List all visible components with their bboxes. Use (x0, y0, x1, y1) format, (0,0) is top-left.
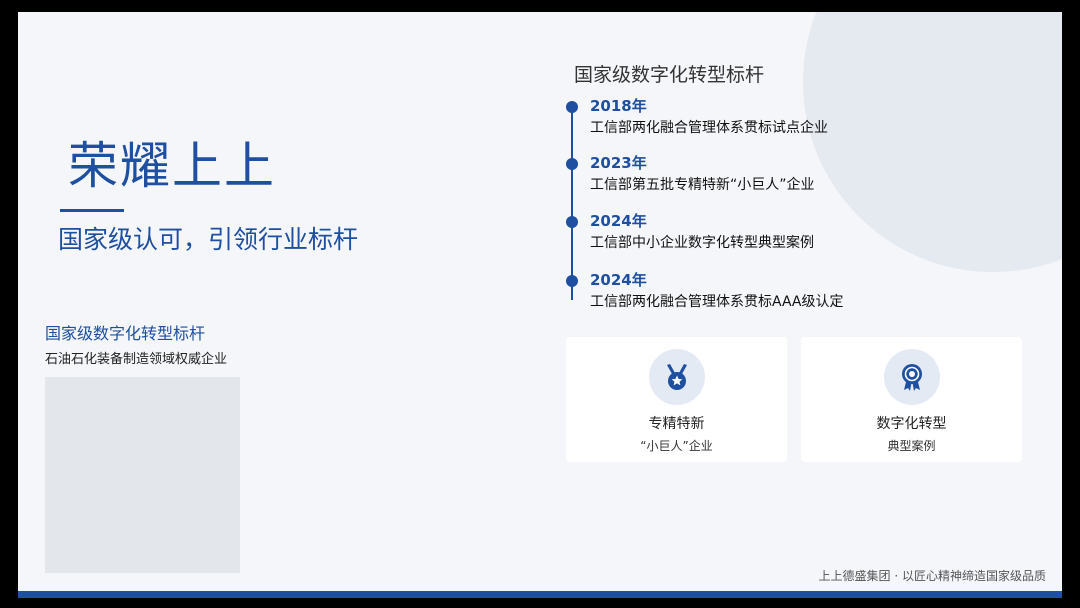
hero-subtitle: 国家级认可，引领行业标杆 (58, 225, 359, 254)
image-placeholder (45, 377, 240, 573)
hero-title: 荣耀上上 (68, 137, 276, 195)
bottom-accent-bar (18, 591, 1062, 598)
timeline-year: 2024年 (590, 271, 647, 289)
timeline-description: 工信部两化融合管理体系贯标试点企业 (590, 120, 828, 136)
left-caption-title: 国家级数字化转型标杆 (45, 324, 206, 343)
title-underline (60, 209, 124, 212)
timeline-description: 工信部中小企业数字化转型典型案例 (590, 235, 814, 251)
timeline-year: 2018年 (590, 97, 647, 115)
timeline-year: 2024年 (590, 212, 647, 230)
timeline-year: 2023年 (590, 154, 647, 172)
card-subtitle: “小巨人”企业 (640, 439, 713, 453)
card-title: 专精特新 (648, 416, 705, 432)
decorative-circle (803, 12, 1062, 272)
card-subtitle: 典型案例 (887, 439, 936, 453)
timeline-dot (566, 275, 578, 287)
card-title: 数字化转型 (876, 416, 947, 432)
timeline-dot (566, 216, 578, 228)
timeline-dot (566, 101, 578, 113)
slide: 荣耀上上 国家级认可，引领行业标杆 国家级数字化转型标杆 石油石化装备制造领域权… (18, 12, 1062, 598)
timeline-description: 工信部两化融合管理体系贯标AAA级认定 (590, 294, 844, 310)
timeline-description: 工信部第五批专精特新“小巨人”企业 (590, 177, 815, 193)
honor-card: 数字化转型 典型案例 (801, 337, 1022, 462)
award-ribbon-icon (883, 349, 940, 405)
timeline-line (571, 105, 573, 300)
footer-text: 上上德盛集团 · 以匠心精神缔造国家级品质 (818, 569, 1046, 583)
medal-icon (648, 349, 705, 405)
honor-card: 专精特新 “小巨人”企业 (566, 337, 787, 462)
timeline-heading: 国家级数字化转型标杆 (574, 64, 765, 86)
left-caption-subtitle: 石油石化装备制造领域权威企业 (45, 352, 228, 367)
timeline-dot (566, 158, 578, 170)
